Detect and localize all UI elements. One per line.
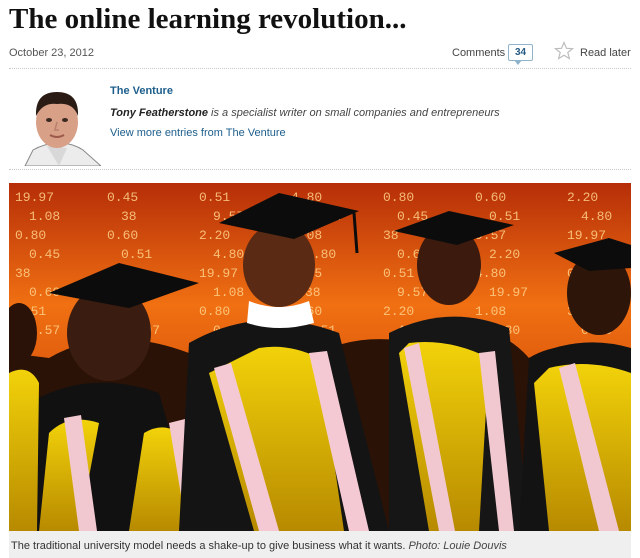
board-number: 1.08 [213,285,244,300]
board-number: 1.08 [29,209,60,224]
blog-name-link[interactable]: The Venture [110,85,173,97]
author-bio-text: is a specialist writer on small companie… [208,107,500,119]
board-number: 38 [121,209,137,224]
article-meta-bar: October 23, 2012 Comments 34 Read later [9,41,631,69]
photo-caption: The traditional university model needs a… [9,531,631,558]
article-date: October 23, 2012 [9,47,95,59]
board-number: 19.97 [15,190,54,205]
caption-text: The traditional university model needs a… [11,540,409,552]
board-number: 2.20 [383,304,414,319]
board-number: 0.45 [107,190,138,205]
board-number: 4.80 [213,247,244,262]
photo-credit: Photo: Louie Douvis [408,540,507,552]
author-name: Tony Featherstone [110,107,208,119]
board-number: 1.08 [475,304,506,319]
board-number: 0.60 [475,190,506,205]
board-number: 2.20 [567,190,598,205]
graduate-left-edge [9,303,39,531]
board-number: 0.80 [199,304,230,319]
board-number: 19.97 [199,266,238,281]
star-icon[interactable] [554,41,574,61]
board-number: 0.80 [15,228,46,243]
read-later-link[interactable]: Read later [580,47,631,59]
board-number: 0.51 [121,247,152,262]
board-number: 0.45 [29,247,60,262]
author-bio: Tony Featherstone is a specialist writer… [110,107,500,119]
board-number: 2.20 [199,228,230,243]
article-photo: 19.970.450.514.800.800.602.201.08389.571… [9,183,631,531]
board-number: 0.51 [199,190,230,205]
more-entries-link[interactable]: View more entries from The Venture [110,127,286,139]
board-number: 2.20 [489,247,520,262]
comments-link[interactable]: Comments [452,47,505,59]
board-number: 0.80 [383,190,414,205]
comments-count-badge[interactable]: 34 [508,44,533,65]
board-number: 0.51 [383,266,414,281]
author-box: The Venture Tony Featherstone is a speci… [9,76,631,170]
board-number: 0.60 [107,228,138,243]
author-avatar [17,80,101,166]
board-number: 38 [15,266,31,281]
article-headline: The online learning revolution... [9,3,407,35]
board-number: 19.97 [489,285,528,300]
board-number: 4.80 [581,209,612,224]
